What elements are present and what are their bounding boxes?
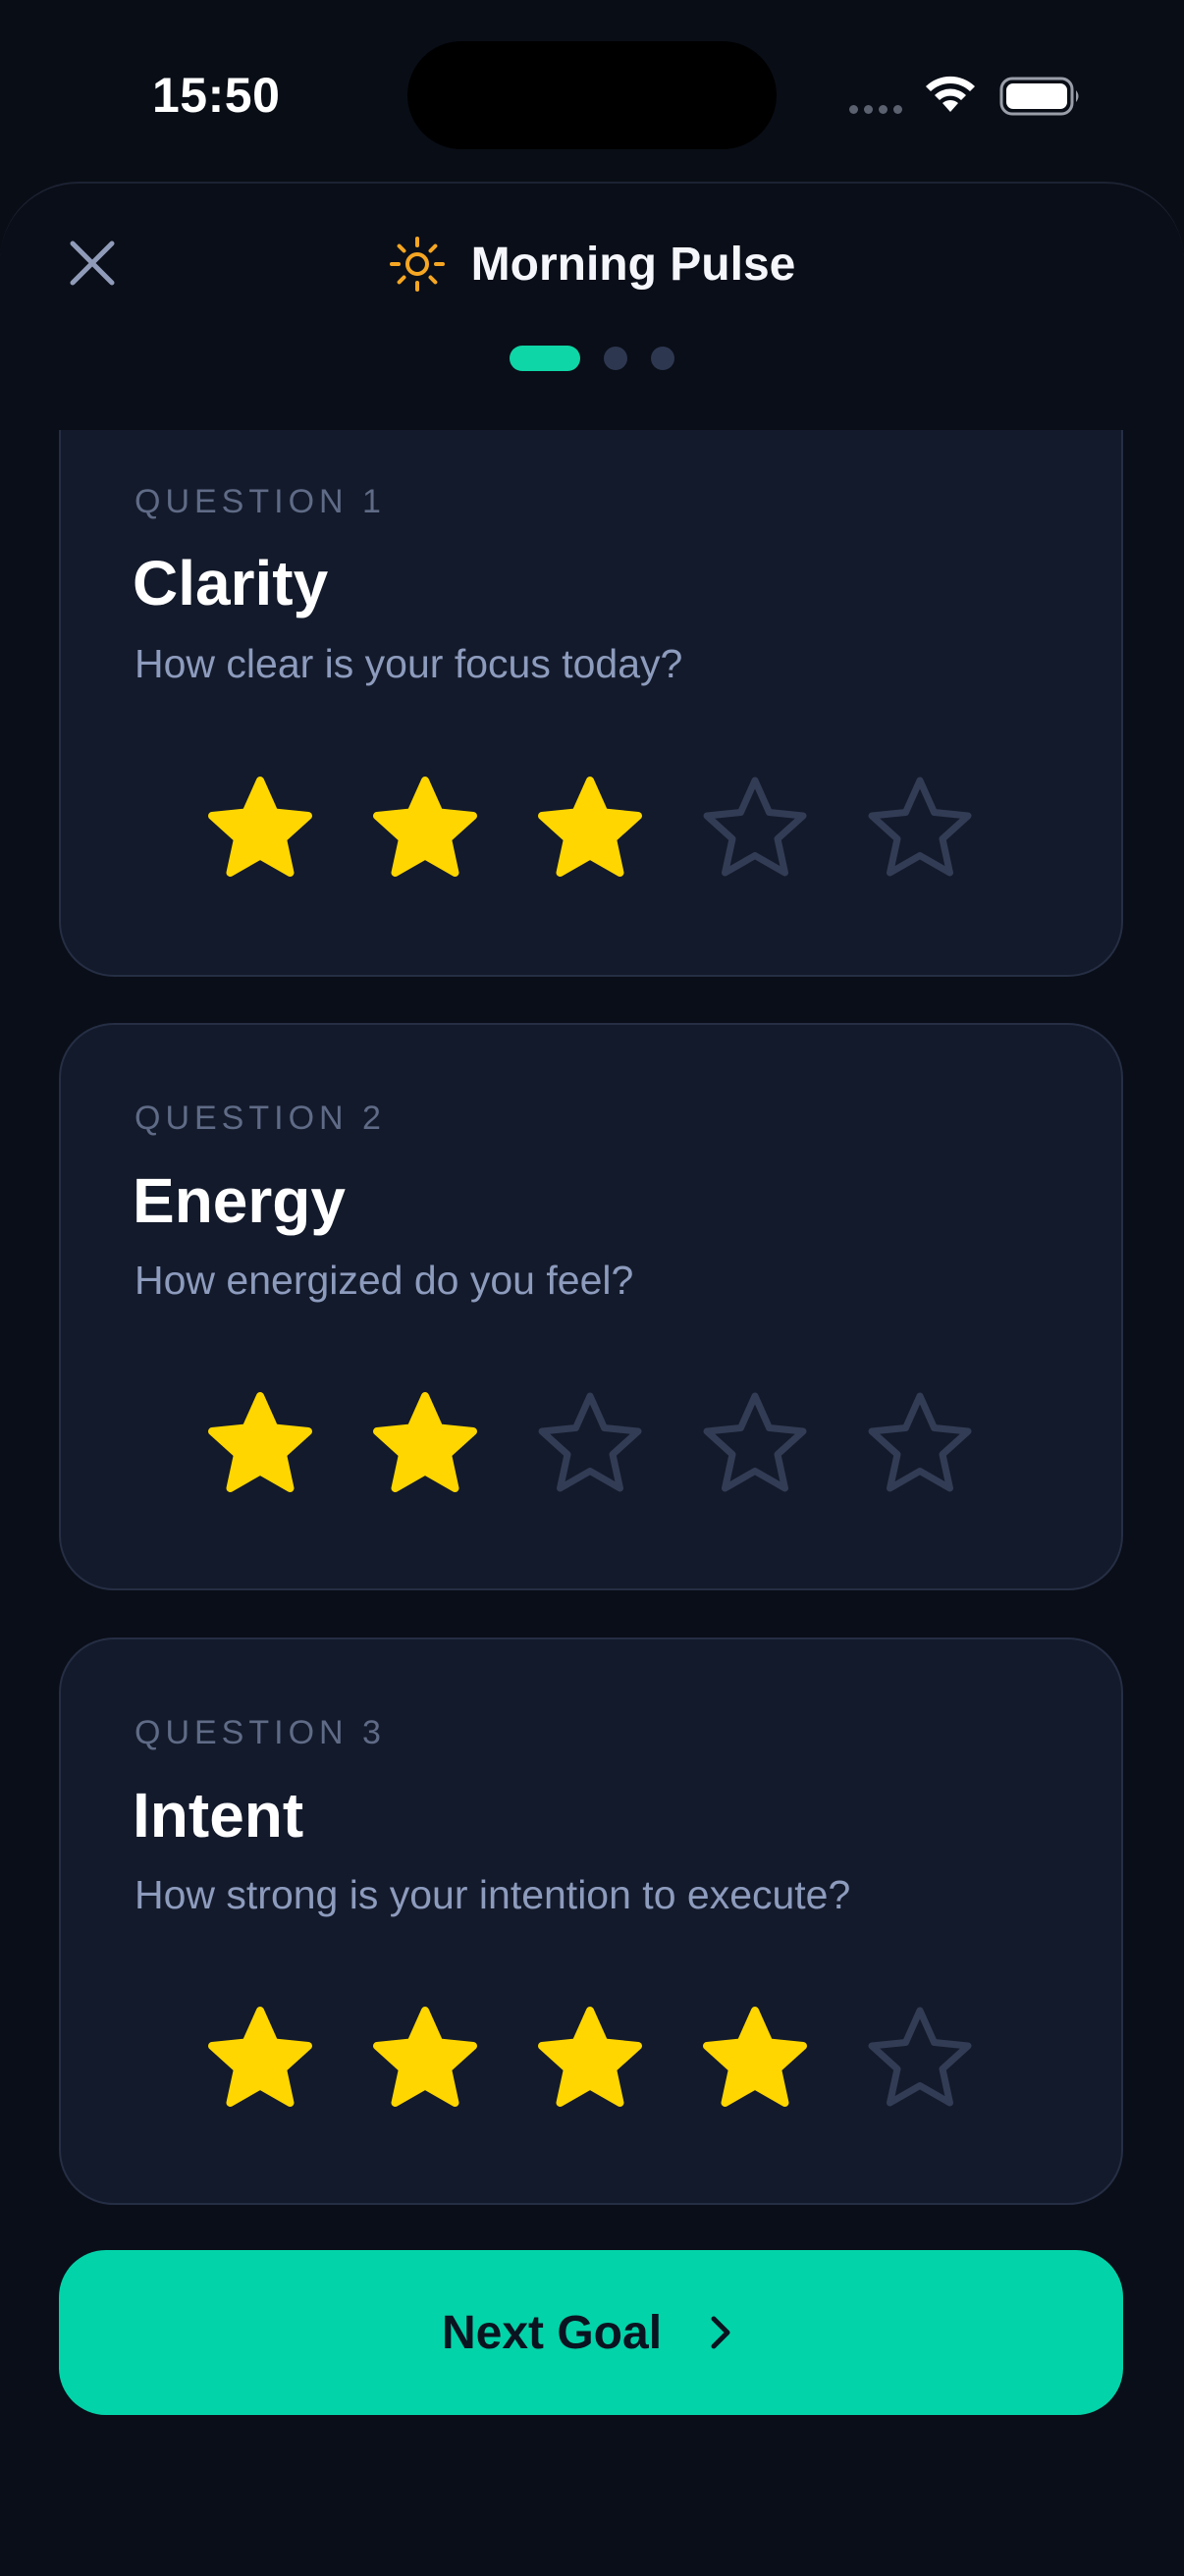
question-number: QUESTION 1 <box>135 483 386 520</box>
star-filled-icon[interactable] <box>203 2003 317 2117</box>
star-empty-icon[interactable] <box>533 1388 647 1502</box>
question-description: How strong is your intention to execute? <box>135 1872 851 1917</box>
star-rating[interactable] <box>203 2003 1048 2120</box>
star-filled-icon[interactable] <box>533 773 647 886</box>
question-description: How clear is your focus today? <box>135 641 683 686</box>
wifi-icon <box>926 76 975 112</box>
star-filled-icon[interactable] <box>368 773 482 886</box>
star-filled-icon[interactable] <box>203 1388 317 1502</box>
dynamic-island <box>407 41 777 149</box>
scroll-fade <box>0 371 1184 430</box>
question-title: Clarity <box>133 548 329 618</box>
question-title: Intent <box>133 1780 304 1851</box>
star-filled-icon[interactable] <box>368 2003 482 2117</box>
star-empty-icon[interactable] <box>863 773 977 886</box>
page-title: Morning Pulse <box>470 238 796 291</box>
step-indicator <box>0 346 1184 371</box>
step-dot-active <box>510 346 580 371</box>
header: Morning Pulse <box>0 236 1184 295</box>
question-card-clarity: QUESTION 1 Clarity How clear is your foc… <box>59 388 1123 977</box>
question-card-intent: QUESTION 3 Intent How strong is your int… <box>59 1637 1123 2205</box>
star-filled-icon[interactable] <box>368 1388 482 1502</box>
star-rating[interactable] <box>203 1388 1048 1506</box>
next-goal-label: Next Goal <box>441 2306 663 2359</box>
status-time: 15:50 <box>152 68 281 123</box>
sun-icon <box>389 237 445 292</box>
star-empty-icon[interactable] <box>698 773 812 886</box>
star-filled-icon[interactable] <box>698 2003 812 2117</box>
battery-icon <box>999 77 1079 116</box>
step-dot <box>604 347 627 370</box>
next-goal-button[interactable]: Next Goal <box>59 2250 1123 2415</box>
question-description: How energized do you feel? <box>135 1258 634 1303</box>
question-card-energy: QUESTION 2 Energy How energized do you f… <box>59 1023 1123 1590</box>
star-filled-icon[interactable] <box>203 773 317 886</box>
question-number: QUESTION 3 <box>135 1714 386 1751</box>
star-empty-icon[interactable] <box>863 1388 977 1502</box>
star-empty-icon[interactable] <box>863 2003 977 2117</box>
question-number: QUESTION 2 <box>135 1100 386 1137</box>
question-title: Energy <box>133 1165 346 1236</box>
star-filled-icon[interactable] <box>533 2003 647 2117</box>
status-bar: 15:50 <box>0 0 1184 187</box>
cellular-signal-icon <box>849 101 908 119</box>
star-rating[interactable] <box>203 773 1048 890</box>
star-empty-icon[interactable] <box>698 1388 812 1502</box>
step-dot <box>651 347 674 370</box>
chevron-right-icon <box>711 2316 730 2349</box>
